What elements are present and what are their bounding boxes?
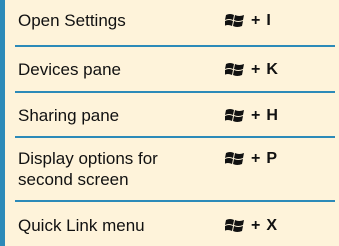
shortcut-table: Open Settings + I Devices pane + K Shari… — [0, 0, 339, 246]
plus-sign: + — [251, 11, 261, 29]
windows-logo-icon — [225, 13, 244, 27]
key-label: K — [266, 60, 278, 78]
action-label-line2: second screen — [18, 170, 129, 189]
key-label: H — [266, 106, 278, 124]
key-label: X — [266, 216, 278, 234]
action-label: Open Settings — [18, 11, 126, 30]
windows-logo-icon — [225, 62, 244, 76]
action-label-line1: Display options for — [18, 149, 158, 168]
shortcut-row-display-options: Display options for second screen + P — [15, 138, 335, 202]
windows-logo-icon — [225, 108, 244, 122]
plus-sign: + — [251, 106, 261, 124]
shortcut-row-devices-pane: Devices pane + K — [15, 47, 335, 93]
action-label: Display options for second screen — [18, 148, 158, 190]
shortcut-keys: + H — [225, 105, 278, 126]
shortcut-keys: + X — [225, 215, 277, 236]
shortcut-keys: + I — [225, 10, 271, 31]
action-label: Devices pane — [18, 60, 122, 79]
windows-logo-icon — [225, 218, 244, 232]
shortcut-row-quick-link-menu: Quick Link menu + X — [15, 202, 335, 246]
windows-logo-icon — [225, 151, 244, 165]
action-label: Sharing pane — [18, 106, 120, 125]
plus-sign: + — [251, 216, 261, 234]
shortcut-keys: + P — [225, 148, 277, 169]
action-label: Quick Link menu — [18, 216, 145, 235]
plus-sign: + — [251, 149, 261, 167]
key-label: I — [266, 11, 271, 29]
key-label: P — [266, 149, 278, 167]
shortcut-row-sharing-pane: Sharing pane + H — [15, 93, 335, 138]
shortcut-row-open-settings: Open Settings + I — [15, 0, 335, 47]
plus-sign: + — [251, 60, 261, 78]
shortcut-keys: + K — [225, 59, 278, 80]
